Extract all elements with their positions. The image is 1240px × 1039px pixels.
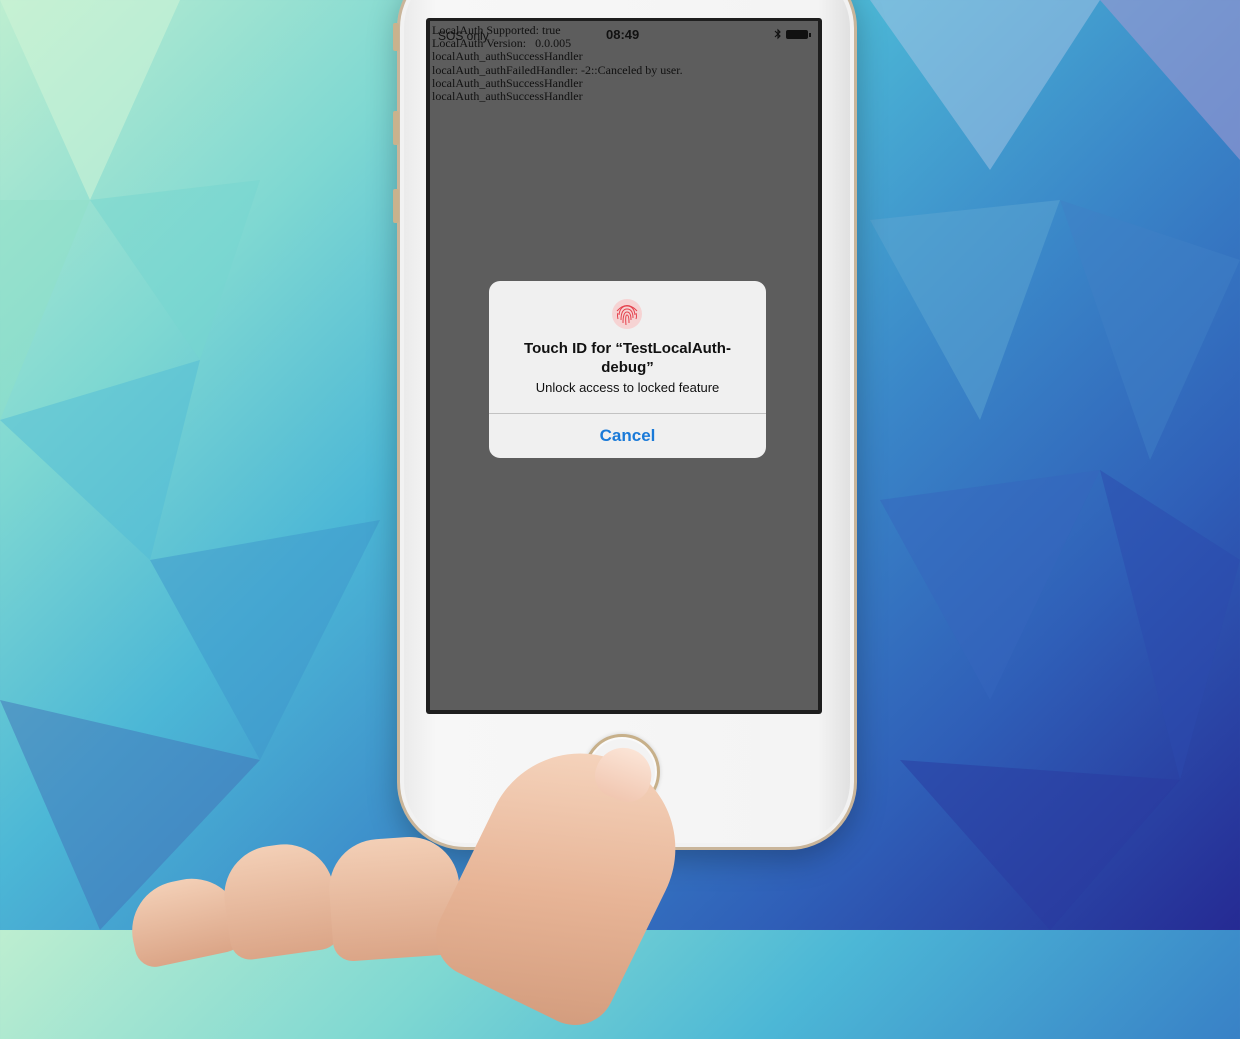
log-line: localAuth_authFailedHandler: -2::Cancele… xyxy=(432,62,683,77)
dialog-title: Touch ID for “TestLocalAuth-debug” xyxy=(524,340,731,376)
app-view: LocalAuth Supported: true LocalAuth Vers… xyxy=(430,21,818,710)
volume-down-button xyxy=(393,189,399,223)
touch-id-dialog: Touch ID for “TestLocalAuth-debug” Unloc… xyxy=(489,281,766,458)
log-line: localAuth_authSuccessHandler xyxy=(432,89,583,104)
mute-switch xyxy=(393,23,399,51)
volume-up-button xyxy=(393,111,399,145)
bluetooth-icon xyxy=(774,28,782,43)
phone-screen: LocalAuth Supported: true LocalAuth Vers… xyxy=(426,18,822,714)
battery-icon xyxy=(786,30,811,39)
log-line: localAuth_authSuccessHandler xyxy=(432,49,583,64)
dialog-message: Unlock access to locked feature xyxy=(535,380,720,395)
status-time: 08:49 xyxy=(606,27,640,42)
cancel-button[interactable]: Cancel xyxy=(489,414,766,458)
fingerprint-icon xyxy=(612,299,642,329)
carrier-label: SOS only xyxy=(438,29,489,43)
